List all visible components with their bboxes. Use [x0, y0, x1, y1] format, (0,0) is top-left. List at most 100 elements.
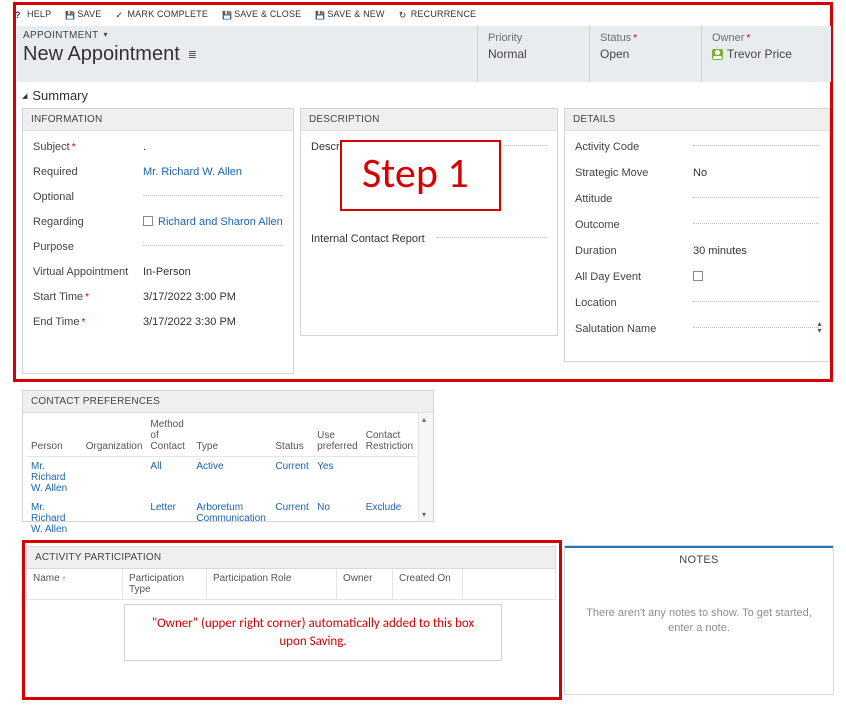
cell-type[interactable]: Active: [192, 457, 271, 499]
start-time-field[interactable]: 3/17/2022 3:00 PM: [143, 291, 283, 304]
regarding-field[interactable]: Richard and Sharon Allen: [143, 216, 283, 229]
recurrence-button[interactable]: RECURRENCE: [399, 9, 477, 19]
strategic-move-field[interactable]: No: [693, 167, 819, 180]
cell-person[interactable]: Mr. Richard W. Allen: [27, 457, 82, 499]
subject-field[interactable]: .: [143, 141, 283, 154]
cmd-label: SAVE & NEW: [327, 9, 384, 19]
optional-field[interactable]: [143, 191, 283, 204]
duration-label: Duration: [575, 245, 687, 257]
col-method[interactable]: Method of Contact: [146, 415, 192, 457]
icr-field[interactable]: [437, 233, 547, 245]
location-field[interactable]: [693, 297, 819, 310]
scroll-buttons[interactable]: ▴▾: [812, 320, 827, 334]
check-icon: [115, 10, 124, 19]
cmd-label: MARK COMPLETE: [127, 9, 208, 19]
information-panel: INFORMATION Subject . Required Mr. Richa…: [22, 108, 294, 374]
strategic-move-label: Strategic Move: [575, 167, 687, 179]
col-spacer: [463, 569, 555, 599]
annotation-step1: Step 1: [340, 140, 501, 211]
cmd-label: SAVE & CLOSE: [234, 9, 301, 19]
panel-heading: INFORMATION: [23, 109, 293, 131]
sort-asc-icon: [60, 573, 66, 584]
allday-label: All Day Event: [575, 271, 687, 283]
location-label: Location: [575, 297, 687, 309]
regarding-label: Regarding: [33, 216, 137, 228]
col-owner[interactable]: Owner: [337, 569, 393, 599]
purpose-field[interactable]: [143, 241, 283, 254]
breadcrumb[interactable]: APPOINTMENT: [23, 30, 469, 41]
optional-label: Optional: [33, 191, 137, 203]
col-created-on[interactable]: Created On: [393, 569, 463, 599]
cmd-label: HELP: [27, 9, 51, 19]
cell-type[interactable]: Arboretum Communication: [192, 498, 271, 539]
end-time-field[interactable]: 3/17/2022 3:30 PM: [143, 316, 283, 329]
help-icon: [15, 10, 24, 19]
save-icon: [222, 10, 231, 19]
entity-icon: [143, 216, 153, 226]
status-cell: Status Open: [589, 26, 701, 82]
col-restriction[interactable]: Contact Restriction: [362, 415, 417, 457]
col-organization[interactable]: Organization: [82, 415, 147, 457]
save-button[interactable]: SAVE: [65, 9, 101, 19]
col-person[interactable]: Person: [27, 415, 82, 457]
duration-field[interactable]: 30 minutes: [693, 245, 819, 258]
required-field[interactable]: Mr. Richard W. Allen: [143, 166, 283, 179]
attitude-field[interactable]: [693, 193, 819, 206]
panel-heading: DESCRIPTION: [301, 109, 557, 131]
salutation-label: Salutation Name: [575, 323, 687, 335]
summary-label: Summary: [32, 88, 88, 103]
summary-heading[interactable]: Summary: [22, 88, 88, 103]
start-time-label: Start Time: [33, 291, 137, 303]
page-title: New Appointment≣: [23, 43, 197, 66]
cell-method[interactable]: Letter: [146, 498, 192, 539]
subject-label: Subject: [33, 141, 137, 153]
annotation-owner-note: "Owner" (upper right corner) automatical…: [124, 604, 502, 661]
cell-person[interactable]: Mr. Richard W. Allen: [27, 498, 82, 539]
save-icon: [65, 10, 74, 19]
status-value[interactable]: Open: [600, 47, 691, 61]
notes-empty-message: There aren't any notes to show. To get s…: [565, 570, 833, 637]
cmd-label: SAVE: [77, 9, 101, 19]
save-new-button[interactable]: SAVE & NEW: [315, 9, 384, 19]
cell-restriction: Exclude: [362, 498, 417, 539]
notes-panel: NOTES There aren't any notes to show. To…: [564, 545, 834, 695]
col-name[interactable]: Name: [27, 569, 123, 599]
cmd-label: RECURRENCE: [411, 9, 477, 19]
cell-restriction: [362, 457, 417, 499]
cell-use-pref: No: [313, 498, 362, 539]
status-label: Status: [600, 32, 691, 44]
notes-title[interactable]: NOTES: [565, 548, 833, 570]
checkbox-icon[interactable]: [693, 271, 703, 281]
col-participation-role[interactable]: Participation Role: [207, 569, 337, 599]
scrollbar[interactable]: [418, 413, 433, 521]
list-icon[interactable]: ≣: [188, 48, 197, 61]
col-status[interactable]: Status: [271, 415, 313, 457]
cell-method[interactable]: All: [146, 457, 192, 499]
virtual-field[interactable]: In-Person: [143, 266, 283, 279]
activity-code-field[interactable]: [693, 141, 819, 154]
activity-participation-panel: ACTIVITY PARTICIPATION Name Participatio…: [26, 546, 556, 600]
owner-value[interactable]: Trevor Price: [712, 47, 792, 61]
help-button[interactable]: HELP: [15, 9, 51, 19]
col-participation-type[interactable]: Participation Type: [123, 569, 207, 599]
breadcrumb-label: APPOINTMENT: [23, 30, 98, 41]
contact-preferences-panel: CONTACT PREFERENCES Person Organization …: [22, 390, 434, 522]
details-panel: DETAILS Activity Code Strategic Move No …: [564, 108, 830, 362]
table-row[interactable]: Mr. Richard W. Allen All Active Current …: [27, 457, 417, 499]
cell-status: Current: [271, 498, 313, 539]
col-use-pref[interactable]: Use preferred: [313, 415, 362, 457]
col-type[interactable]: Type: [192, 415, 271, 457]
record-header: APPOINTMENT New Appointment≣ Priority No…: [17, 26, 831, 82]
outcome-label: Outcome: [575, 219, 687, 231]
allday-field[interactable]: [693, 271, 819, 284]
purpose-label: Purpose: [33, 241, 137, 253]
priority-value[interactable]: Normal: [488, 47, 579, 61]
attitude-label: Attitude: [575, 193, 687, 205]
save-close-button[interactable]: SAVE & CLOSE: [222, 9, 301, 19]
table-row[interactable]: Mr. Richard W. Allen Letter Arboretum Co…: [27, 498, 417, 539]
caret-icon: [22, 88, 32, 103]
outcome-field[interactable]: [693, 219, 819, 232]
recurrence-icon: [399, 10, 408, 19]
mark-complete-button[interactable]: MARK COMPLETE: [115, 9, 208, 19]
salutation-field[interactable]: [693, 323, 819, 336]
